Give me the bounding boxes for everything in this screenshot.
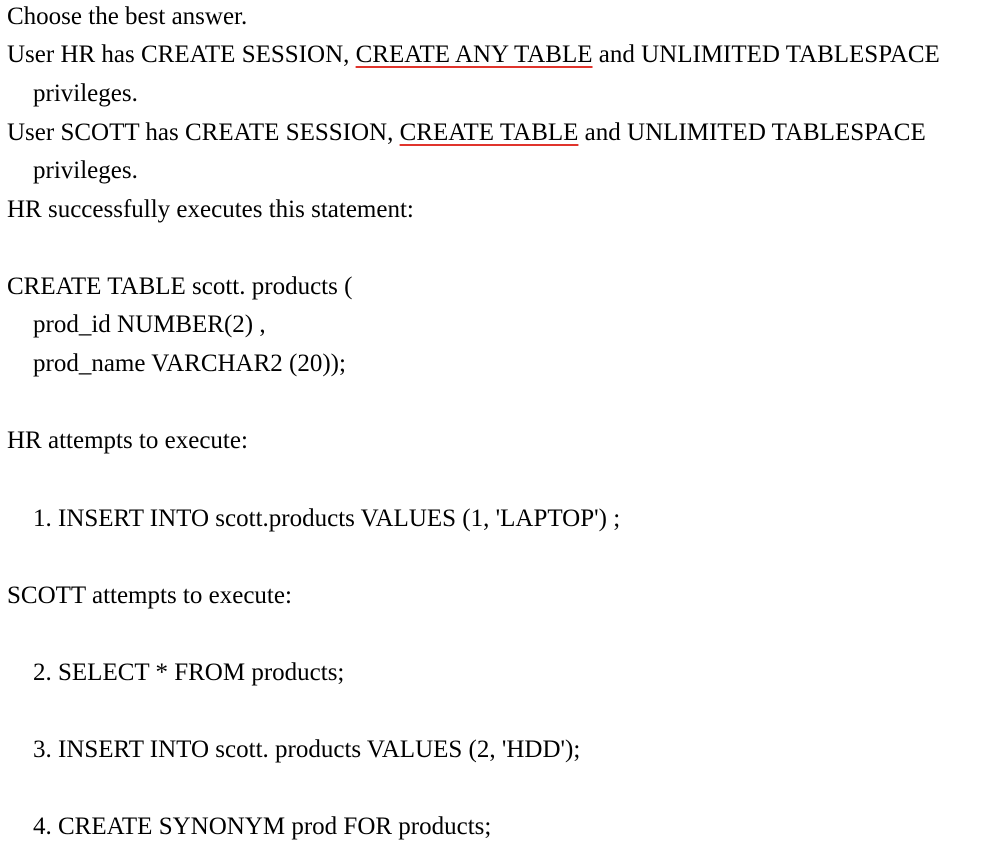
statement-item: 3. INSERT INTO scott. products VALUES (2… — [33, 736, 581, 763]
scott-privileges-line: User SCOTT has CREATE SESSION, CREATE TA… — [7, 118, 926, 148]
hr-executes-text: HR successfully executes this statement: — [7, 196, 414, 223]
hr-privileges-line: User HR has CREATE SESSION, CREATE ANY T… — [7, 40, 940, 70]
hr-privileges-continuation: privileges. — [33, 80, 138, 107]
hr-privileges-highlight: CREATE ANY TABLE — [355, 41, 593, 68]
statement-item: 4. CREATE SYNONYM prod FOR products; — [33, 813, 492, 840]
create-statement-line: prod_name VARCHAR2 (20)); — [33, 350, 346, 377]
scott-privileges-continuation: privileges. — [33, 157, 138, 184]
statement-item: 2. SELECT * FROM products; — [33, 659, 345, 686]
instruction-text: Choose the best answer. — [7, 3, 248, 30]
scott-attempts-text: SCOTT attempts to execute: — [7, 582, 292, 609]
statement-item: 1. INSERT INTO scott.products VALUES (1,… — [33, 505, 621, 532]
scott-privileges-suffix: and UNLIMITED TABLESPACE — [584, 119, 926, 146]
hr-privileges-prefix: User HR has CREATE SESSION, — [7, 41, 350, 68]
create-statement-line: prod_id NUMBER(2) , — [33, 311, 266, 338]
scott-privileges-highlight: CREATE TABLE — [399, 119, 579, 146]
create-statement-line: CREATE TABLE scott. products ( — [7, 273, 353, 300]
hr-privileges-suffix: and UNLIMITED TABLESPACE — [598, 41, 940, 68]
scott-privileges-prefix: User SCOTT has CREATE SESSION, — [7, 119, 394, 146]
hr-attempts-text: HR attempts to execute: — [7, 427, 248, 454]
